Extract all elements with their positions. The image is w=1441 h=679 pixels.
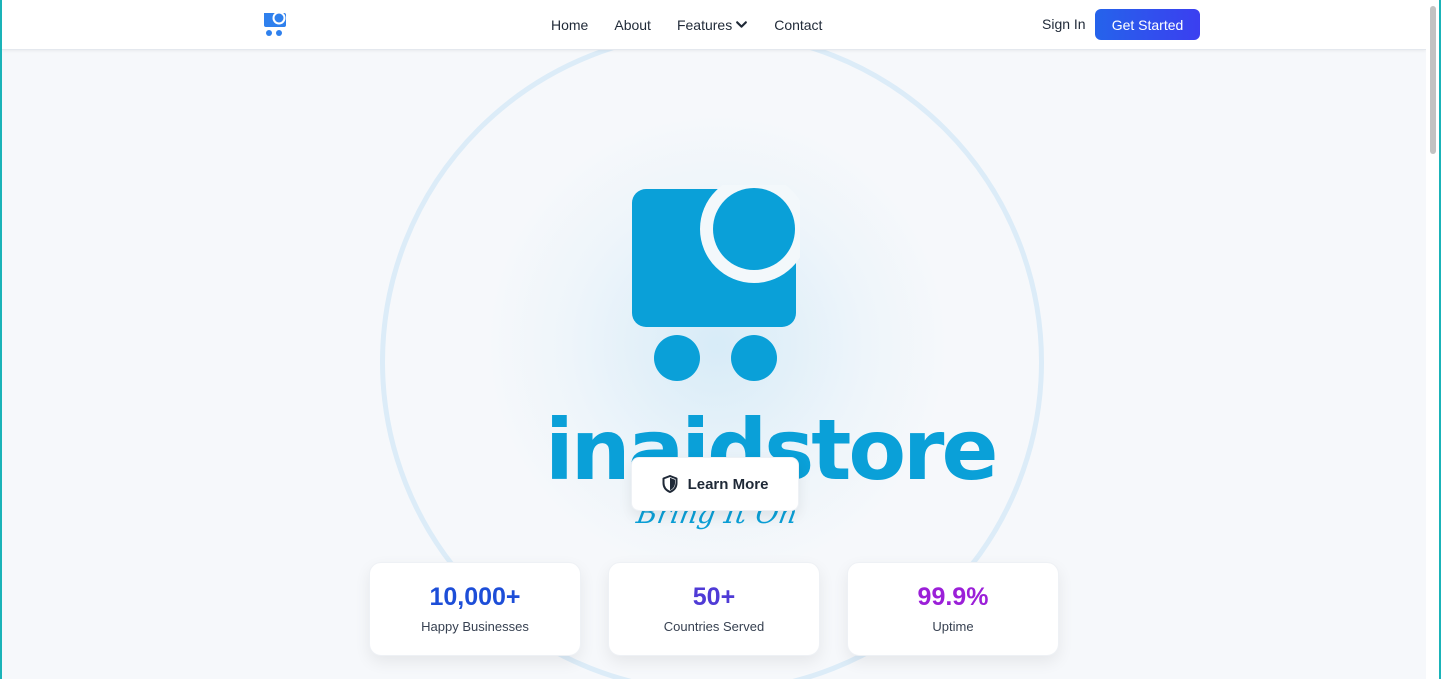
nav-features-dropdown[interactable]: Features <box>677 17 748 33</box>
nav-home-link[interactable]: Home <box>551 17 588 33</box>
get-started-button[interactable]: Get Started <box>1095 9 1200 40</box>
stat-label: Countries Served <box>663 619 765 634</box>
nav-contact-link[interactable]: Contact <box>774 17 822 33</box>
stat-value: 99.9% <box>917 583 989 611</box>
main-navigation: Home About Features Contact <box>551 0 822 49</box>
stat-card-uptime: 99.9% Uptime <box>847 562 1059 656</box>
nav-about-link[interactable]: About <box>614 17 651 33</box>
learn-more-button[interactable]: Learn More <box>631 457 799 511</box>
stat-label: Happy Businesses <box>421 619 529 634</box>
shopping-cart-logo-icon[interactable] <box>262 11 288 39</box>
browser-viewport: Home About Features Contact Sign In Get … <box>2 0 1426 679</box>
stat-value: 10,000+ <box>429 583 521 611</box>
shopping-cart-logo-icon <box>632 185 800 381</box>
learn-more-label: Learn More <box>687 475 769 493</box>
stat-card-countries: 50+ Countries Served <box>608 562 820 656</box>
stat-label: Uptime <box>932 619 974 634</box>
nav-features-label: Features <box>676 16 733 33</box>
scrollbar-thumb[interactable] <box>1430 6 1436 154</box>
top-nav-bar: Home About Features Contact Sign In Get … <box>2 0 1426 50</box>
stat-value: 50+ <box>692 583 736 611</box>
sign-in-link[interactable]: Sign In <box>1042 16 1086 32</box>
chevron-down-icon <box>736 21 748 28</box>
vertical-scrollbar[interactable] <box>1426 0 1439 679</box>
shield-icon <box>662 475 678 493</box>
stat-card-businesses: 10,000+ Happy Businesses <box>369 562 581 656</box>
